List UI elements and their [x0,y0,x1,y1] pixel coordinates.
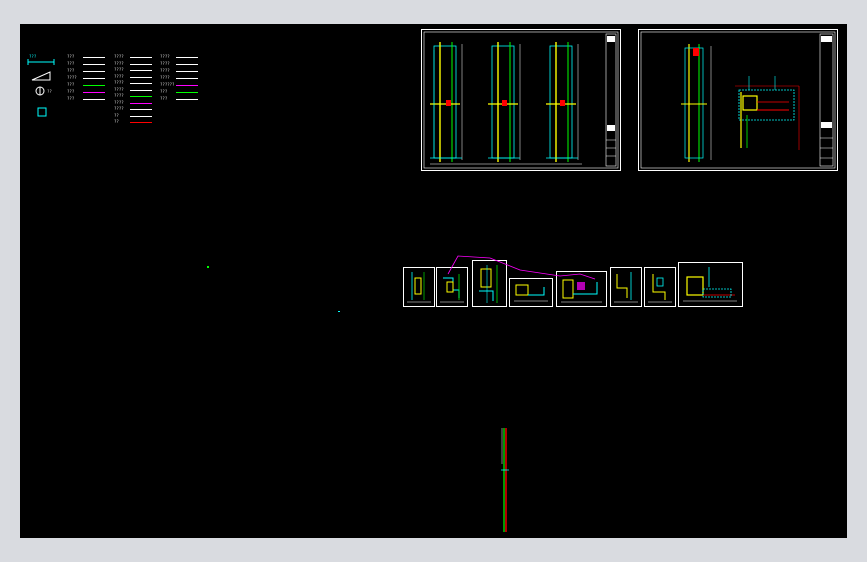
legend-linetype-sample [130,70,152,71]
legend-linetype-sample [176,64,198,65]
legend-row-label: ??? [160,96,168,101]
legend-linetype-sample [83,85,105,86]
legend-linetype-sample [130,102,152,104]
legend-row-label: ??? [67,54,75,59]
detail-sheet-7[interactable] [644,267,676,307]
legend-linetype-sample [176,99,198,100]
symbol-label: ?? [47,89,52,94]
legend-row-label: ?? [114,119,119,124]
legend-linetype-sample [130,122,152,123]
legend-linetype-sample [83,78,105,79]
legend-row-label: ??? [67,82,75,87]
legend-row-label: ???? [160,68,170,73]
wall-section-b [488,42,521,162]
legend-linetype-sample [83,57,105,58]
legend-row-label: ??? [67,96,75,101]
legend-linetype-sample [130,63,152,65]
legend-row-label: ???? [114,106,124,111]
legend-row-label: ??? [160,89,168,94]
sheet-1-linework [423,31,619,169]
detail-sheet-3[interactable] [472,260,507,307]
legend-linetype-sample [83,99,105,100]
scale-label: ??? [29,54,37,59]
legend-row-label: ??? [67,68,75,73]
drawing-sheet-2[interactable] [638,29,838,171]
legend-row-label: ???? [114,73,124,79]
legend-row-label: ???? [114,54,124,59]
wall-section-c [546,42,579,162]
legend-linetype-sample [83,92,105,93]
legend-row-label: ???? [160,54,170,59]
detail-sheet-4[interactable] [509,278,553,307]
legend-row-label: ???? [67,75,77,80]
legend-row-label: ???? [114,80,124,85]
detail-sheet-1[interactable] [403,267,435,307]
detail-sheet-8[interactable] [678,262,743,307]
legend-row-label: ???? [114,93,124,98]
sheet-2-linework [640,31,836,169]
legend-row-label: ??? [67,61,75,66]
legend-row-label: ???? [114,99,124,105]
legend-row-label: ???? [160,61,170,66]
detail-sheet-5[interactable] [556,271,607,307]
drawing-sheet-1[interactable] [421,29,621,171]
legend-row-label: ???? [160,75,170,80]
legend-linetype-sample [176,85,198,86]
legend-linetype-sample [130,89,152,91]
legend-linetype-sample [176,92,198,93]
wall-section-a [430,42,463,162]
stray-point-2 [338,311,340,312]
legend-row-label: ???? [114,86,124,92]
legend-linetype-sample [176,71,198,72]
legend-row-label: ?????? [160,82,175,87]
detail-sheet-6[interactable] [610,267,642,307]
legend-linetype-sample [130,109,152,110]
legend-row-label: ???? [114,60,124,66]
detail-sheet-2[interactable] [436,267,468,307]
legend-linetype-sample [83,71,105,72]
cad-model-space[interactable]: ??? ?? ?????????????????????? ??????????… [20,24,847,538]
legend-row-label: ??? [67,89,75,94]
legend-linetype-sample [130,76,152,78]
legend-linetype-sample [130,96,152,97]
legend-row-label: ?? [114,112,119,118]
legend-linetype-sample [176,78,198,79]
legend-linetype-sample [176,57,198,58]
legend-linetype-sample [83,64,105,65]
legend-linetype-sample [130,83,152,84]
stray-point-1 [207,266,209,268]
legend-linetype-sample [130,57,152,58]
legend-row-label: ???? [114,67,124,72]
legend-linetype-sample [130,115,152,117]
